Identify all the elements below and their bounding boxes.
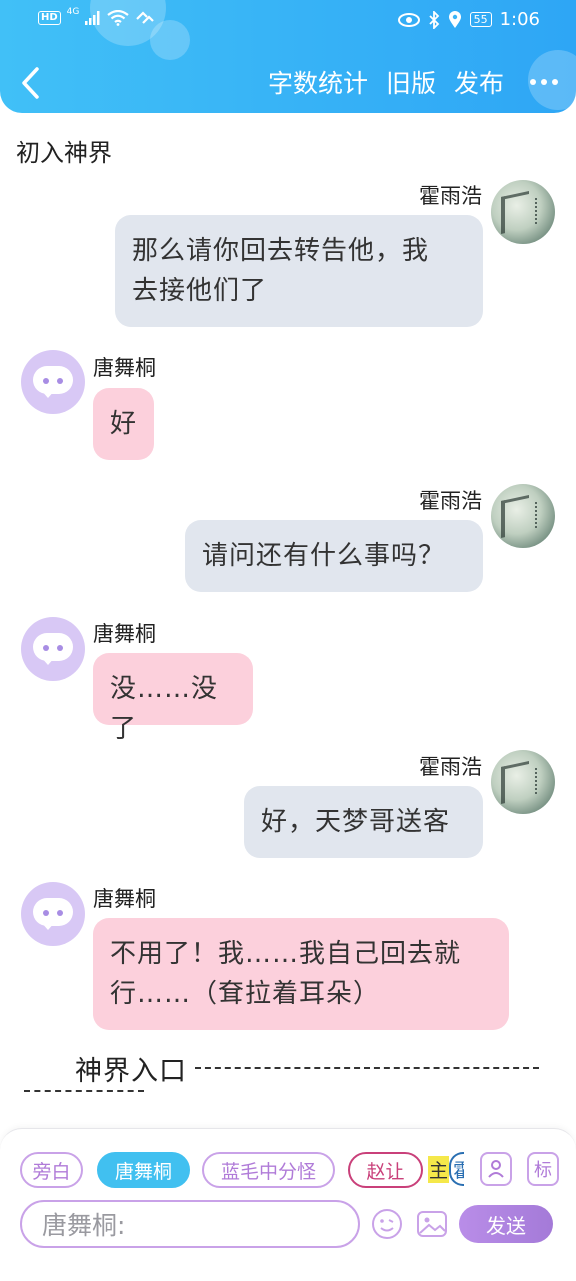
word-count-button[interactable]: 字数统计 [268, 64, 368, 100]
speaker-name: 唐舞桐 [93, 887, 156, 911]
avatar[interactable] [21, 350, 85, 414]
role-chip-zhaorang[interactable]: 赵让 [348, 1152, 423, 1188]
message-line: 请问还有什么事吗？ [202, 541, 446, 571]
message-line: 好，天梦哥送客 [261, 807, 451, 837]
battery-icon: 55 [469, 12, 492, 27]
status-bar: HD 4G 55 1:06 [0, 0, 576, 40]
eye-icon [397, 12, 420, 27]
speaker-name: 唐舞桐 [93, 622, 156, 646]
role-chip-tangwutong[interactable]: 唐舞桐 [97, 1152, 190, 1188]
label-icon[interactable]: 标 [527, 1152, 559, 1186]
avatar[interactable] [21, 882, 85, 946]
avatar[interactable] [491, 484, 555, 548]
speaker-name: 霍雨浩 [419, 184, 482, 208]
avatar[interactable] [491, 180, 555, 244]
narration-dash-line [195, 1067, 539, 1069]
message-bubble[interactable]: 好，天梦哥送客 [244, 786, 483, 858]
back-icon[interactable] [20, 66, 42, 100]
message-line: 行……（耷拉着耳朵） [110, 979, 381, 1009]
message-bubble[interactable]: 没……没了 [93, 653, 253, 744]
speaker-name: 唐舞桐 [93, 356, 156, 380]
person-icon[interactable] [480, 1152, 512, 1186]
message-bubble[interactable]: 不用了！我……我自己回去就 行……（耷拉着耳朵） [93, 918, 509, 1030]
network-type: 4G [66, 7, 80, 17]
send-button[interactable]: 发送 [459, 1205, 553, 1243]
avatar[interactable] [491, 750, 555, 814]
bluetooth-icon [428, 10, 439, 29]
narration-dash-line [24, 1090, 144, 1092]
message-line: 没……没了 [110, 674, 219, 744]
app-header: HD 4G 55 1:06 字数统计 旧版 发布 [0, 0, 576, 113]
main-role-label: 主 [428, 1155, 450, 1183]
signal-icon [85, 11, 100, 25]
location-icon [448, 10, 461, 28]
old-version-button[interactable]: 旧版 [386, 64, 436, 100]
chapter-title[interactable]: 初入神界 [16, 133, 112, 168]
message-line: 好 [110, 409, 138, 439]
more-icon[interactable] [522, 79, 558, 85]
hd-badge: HD [38, 11, 61, 25]
message-line: 不用了！我……我自己回去就 [110, 939, 462, 969]
link-icon [136, 11, 155, 24]
main-role-name: 霍 [449, 1152, 464, 1186]
message-input[interactable]: 唐舞桐: [20, 1200, 360, 1248]
message-line: 那么请你回去转告他，我 [132, 236, 430, 266]
message-bubble[interactable]: 好 [93, 388, 154, 460]
emoji-icon[interactable] [371, 1208, 403, 1240]
role-chip-main[interactable]: 主 霍 [428, 1152, 464, 1186]
speaker-name: 霍雨浩 [419, 489, 482, 513]
header-actions: 字数统计 旧版 发布 [268, 64, 558, 100]
message-bubble[interactable]: 那么请你回去转告他，我 去接他们了 [115, 215, 483, 327]
status-time: 1:06 [499, 9, 540, 30]
image-icon[interactable] [416, 1208, 448, 1240]
wifi-icon [107, 10, 130, 26]
speaker-name: 霍雨浩 [419, 755, 482, 779]
role-chip-narrator[interactable]: 旁白 [20, 1152, 83, 1188]
role-chip-lanmao[interactable]: 蓝毛中分怪 [202, 1152, 335, 1188]
publish-button[interactable]: 发布 [454, 64, 504, 100]
message-line: 去接他们了 [132, 276, 268, 306]
message-bubble[interactable]: 请问还有什么事吗？ [185, 520, 483, 592]
avatar[interactable] [21, 617, 85, 681]
narration-text[interactable]: 神界入口 [75, 1049, 187, 1088]
